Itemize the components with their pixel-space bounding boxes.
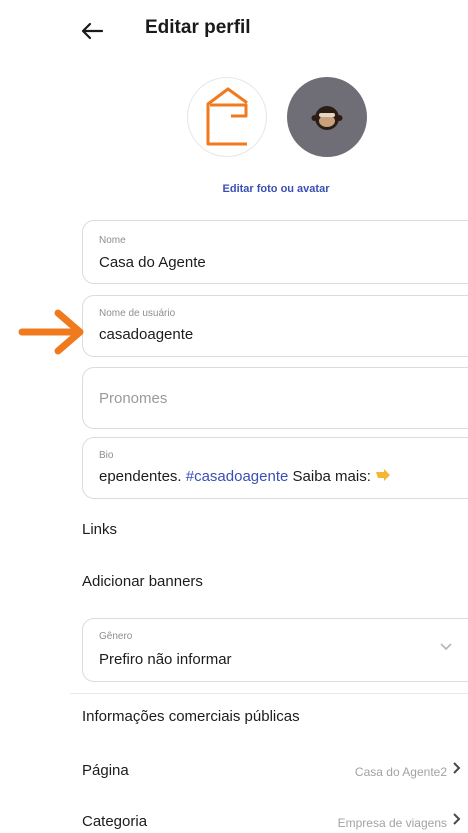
section-divider <box>70 693 468 694</box>
category-row-value: Empresa de viagens <box>337 816 447 830</box>
username-label: Nome de usuário <box>99 308 176 319</box>
username-value: casadoagente <box>99 326 194 343</box>
bio-label: Bio <box>99 450 114 461</box>
orange-arrow-icon <box>18 305 88 359</box>
profile-photo-avatar[interactable] <box>187 77 267 157</box>
gender-label: Gênero <box>99 631 133 642</box>
gender-value: Prefiro não informar <box>99 651 232 668</box>
username-field[interactable]: Nome de usuário casadoagente <box>82 295 468 357</box>
back-arrow-icon[interactable] <box>78 16 108 46</box>
pointing-hand-icon <box>375 468 391 485</box>
add-banners-row[interactable]: Adicionar banners <box>82 573 203 590</box>
edit-photo-link[interactable]: Editar foto ou avatar <box>0 183 468 195</box>
bio-value: ependentes. #casadoagente Saiba mais: <box>99 468 391 485</box>
page-title: Editar perfil <box>145 17 251 38</box>
name-label: Nome <box>99 235 126 246</box>
links-row[interactable]: Links <box>82 521 117 538</box>
name-field[interactable]: Nome Casa do Agente <box>82 220 468 284</box>
pronouns-field[interactable]: Pronomes <box>82 367 468 429</box>
bio-field[interactable]: Bio ependentes. #casadoagente Saiba mais… <box>82 437 468 499</box>
monkey-emoji-icon <box>311 106 343 130</box>
avatar-emoji[interactable] <box>287 77 367 157</box>
house-logo-icon <box>206 87 248 146</box>
chevron-right-icon[interactable] <box>452 812 462 831</box>
bio-text-suffix: Saiba mais: <box>288 468 376 485</box>
category-row-label[interactable]: Categoria <box>82 813 147 830</box>
bio-hashtag[interactable]: #casadoagente <box>186 468 289 485</box>
business-section-title: Informações comerciais públicas <box>82 708 300 725</box>
page-row-label[interactable]: Página <box>82 762 129 779</box>
name-value: Casa do Agente <box>99 254 206 271</box>
bio-text-prefix: ependentes. <box>99 468 186 485</box>
chevron-right-icon[interactable] <box>452 761 462 780</box>
gender-select[interactable]: Gênero Prefiro não informar <box>82 618 468 682</box>
page-row-value: Casa do Agente2 <box>354 765 447 779</box>
chevron-down-icon <box>439 639 453 657</box>
pronouns-placeholder: Pronomes <box>99 390 168 407</box>
